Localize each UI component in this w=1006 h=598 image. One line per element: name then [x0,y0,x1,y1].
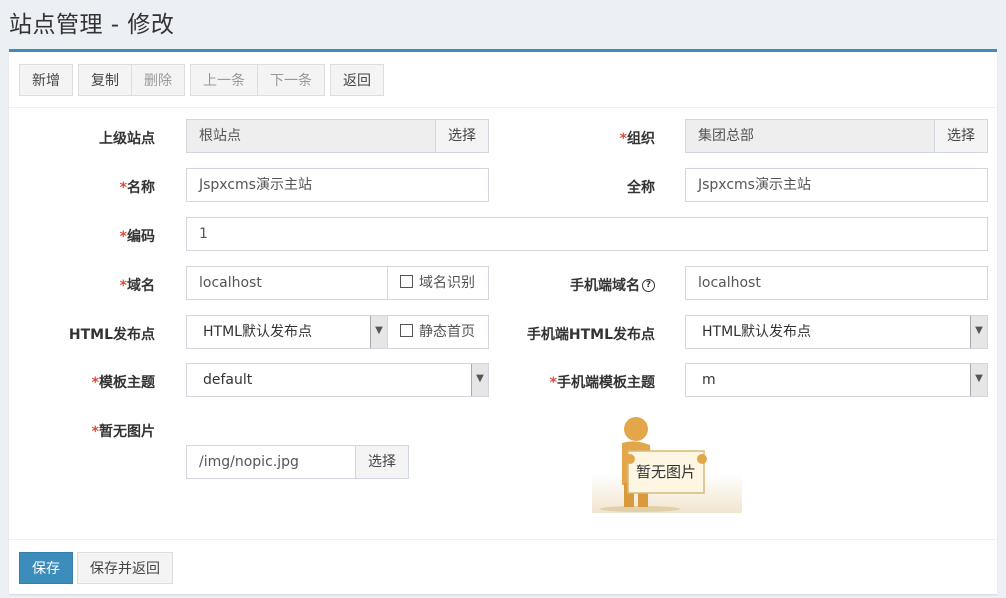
no-image-select-button[interactable]: 选择 [355,445,409,479]
back-button[interactable]: 返回 [330,64,384,96]
delete-button[interactable]: 删除 [131,64,185,96]
next-button[interactable]: 下一条 [257,64,325,96]
mobile-theme-label: *手机端模板主题 [549,375,655,391]
name-input[interactable]: Jspxcms演示主站 [186,168,489,202]
edit-panel: 新增 复制 删除 上一条 下一条 返回 上级站点 根站点 选择 *组织 集团总部… [9,49,997,594]
checkbox-icon[interactable] [400,324,413,337]
parent-site-label: 上级站点 [99,131,155,147]
save-button[interactable]: 保存 [19,552,73,584]
static-homepage-checkbox[interactable]: 静态首页 [387,315,489,349]
prev-button[interactable]: 上一条 [190,64,258,96]
html-publish-select[interactable]: HTML默认发布点 ▼ [186,315,388,349]
no-image-preview: 暂无图片 [592,415,742,513]
chevron-down-icon[interactable]: ▼ [471,364,488,396]
org-select-button[interactable]: 选择 [934,119,988,153]
form-footer: 保存 保存并返回 [9,539,997,595]
mobile-domain-input[interactable]: localhost [685,266,988,300]
theme-select[interactable]: default ▼ [186,363,489,397]
html-publish-label: HTML发布点 [68,327,155,343]
org-input[interactable]: 集团总部 [685,119,935,153]
no-image-label: *暂无图片 [91,424,155,440]
checkbox-icon[interactable] [400,275,413,288]
toolbar: 新增 复制 删除 上一条 下一条 返回 [9,52,997,108]
chevron-down-icon[interactable]: ▼ [970,364,987,396]
page-title: 站点管理 - 修改 [9,12,175,38]
domain-input[interactable]: localhost [186,266,388,300]
name-label: *名称 [119,180,155,196]
org-label: *组织 [619,131,655,147]
chevron-down-icon[interactable]: ▼ [370,316,387,348]
mobile-html-publish-label: 手机端HTML发布点 [526,327,655,343]
chevron-down-icon[interactable]: ▼ [970,316,987,348]
theme-label: *模板主题 [91,375,155,391]
mobile-html-publish-select[interactable]: HTML默认发布点 ▼ [685,315,988,349]
domain-identify-checkbox[interactable]: 域名识别 [387,266,489,300]
mobile-theme-select[interactable]: m ▼ [685,363,988,397]
new-button[interactable]: 新增 [19,64,73,96]
full-name-input[interactable]: Jspxcms演示主站 [685,168,988,202]
copy-button[interactable]: 复制 [78,64,132,96]
parent-site-select-button[interactable]: 选择 [435,119,489,153]
full-name-label: 全称 [627,180,655,196]
domain-label: *域名 [119,278,155,294]
mobile-domain-label: 手机端域名? [509,275,655,295]
save-and-return-button[interactable]: 保存并返回 [77,552,173,584]
no-image-preview-text: 暂无图片 [635,463,696,481]
help-icon[interactable]: ? [642,278,655,292]
parent-site-input[interactable]: 根站点 [186,119,436,153]
no-image-path-input[interactable]: /img/nopic.jpg [186,445,356,479]
code-label: *编码 [119,229,155,245]
code-input[interactable]: 1 [186,217,988,251]
